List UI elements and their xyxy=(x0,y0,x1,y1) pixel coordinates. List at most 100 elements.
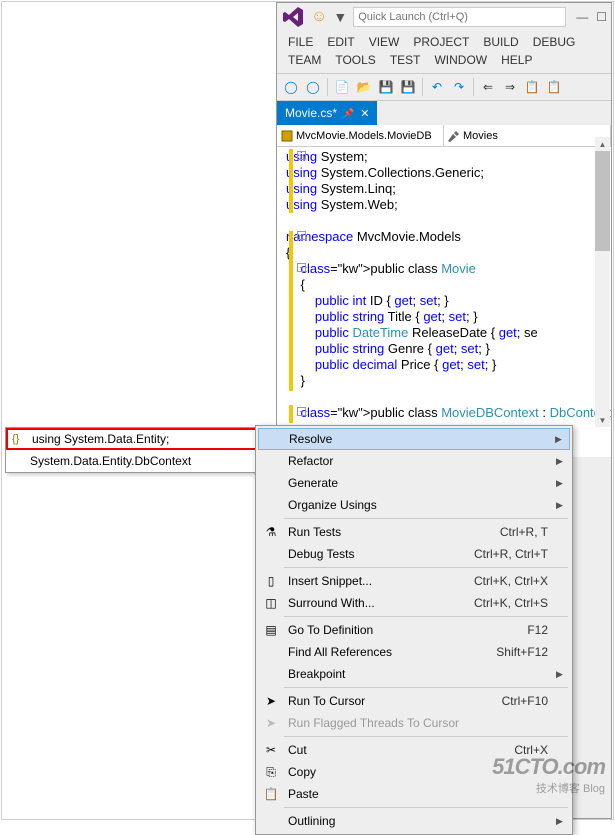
code-line[interactable]: namespace MvcMovie.Models xyxy=(286,229,611,245)
menu-item-go-to-definition[interactable]: ▤Go To DefinitionF12 xyxy=(258,619,570,641)
fold-icon[interactable]: − xyxy=(297,231,306,240)
menu-item-paste[interactable]: 📋Paste xyxy=(258,783,570,805)
save-icon[interactable]: 💾 xyxy=(376,77,396,97)
code-line[interactable]: } xyxy=(286,373,611,389)
submenu-arrow-icon: ▶ xyxy=(556,669,566,680)
menu-view[interactable]: VIEW xyxy=(362,33,407,51)
menu-item-generate[interactable]: Generate▶ xyxy=(258,472,570,494)
redo-icon[interactable]: ↷ xyxy=(449,77,469,97)
feedback-icon[interactable]: ☺ xyxy=(311,8,327,26)
menu-tools[interactable]: TOOLS xyxy=(328,51,382,69)
menu-project[interactable]: PROJECT xyxy=(406,33,476,51)
maximize-button[interactable]: ☐ xyxy=(596,10,607,24)
member-selector[interactable]: Movies xyxy=(444,125,611,146)
vs-logo-icon xyxy=(281,5,305,29)
filter-icon[interactable]: ▼ xyxy=(333,9,347,25)
resolve-option-qualify[interactable]: System.Data.Entity.DbContext xyxy=(6,450,264,472)
menu-file[interactable]: FILE xyxy=(281,33,320,51)
menu-item-debug-tests[interactable]: Debug TestsCtrl+R, Ctrl+T xyxy=(258,543,570,565)
forward-button[interactable]: ◯ xyxy=(303,77,323,97)
menu-window[interactable]: WINDOW xyxy=(427,51,494,69)
scroll-down-icon[interactable]: ▼ xyxy=(595,413,610,427)
code-line[interactable]: using System.Collections.Generic; xyxy=(286,165,611,181)
code-line[interactable]: using System; xyxy=(286,149,611,165)
fold-icon[interactable]: − xyxy=(297,407,306,416)
save-all-icon[interactable]: 💾 xyxy=(398,77,418,97)
quick-launch-input[interactable] xyxy=(353,7,566,27)
menu-help[interactable]: HELP xyxy=(494,51,539,69)
menu-shortcut: F12 xyxy=(527,623,548,637)
code-line[interactable]: using System.Web; xyxy=(286,197,611,213)
code-line[interactable]: public DateTime ReleaseDate { get; se xyxy=(286,325,611,341)
menu-item-surround-with-[interactable]: ◫Surround With...Ctrl+K, Ctrl+S xyxy=(258,592,570,614)
menu-item-insert-snippet-[interactable]: ▯Insert Snippet...Ctrl+K, Ctrl+X xyxy=(258,570,570,592)
menu-item-cut[interactable]: ✂CutCtrl+X xyxy=(258,739,570,761)
code-editor[interactable]: − − − − using System;using System.Collec… xyxy=(277,147,611,457)
menu-item-resolve[interactable]: Resolve▶ xyxy=(258,428,570,450)
code-line[interactable] xyxy=(286,213,611,229)
gutter: − − − − xyxy=(277,147,286,457)
menu-item-refactor[interactable]: Refactor▶ xyxy=(258,450,570,472)
vertical-scrollbar[interactable]: ▲ ▼ xyxy=(595,137,610,427)
scroll-up-icon[interactable]: ▲ xyxy=(595,137,610,151)
menu-item-run-tests[interactable]: ⚗Run TestsCtrl+R, T xyxy=(258,521,570,543)
code-line[interactable]: using System.Linq; xyxy=(286,181,611,197)
nav-fwd-icon[interactable]: ⇒ xyxy=(500,77,520,97)
menu-test[interactable]: TEST xyxy=(383,51,428,69)
document-tab[interactable]: Movie.cs* 📌 ✕ xyxy=(277,101,377,125)
menu-build[interactable]: BUILD xyxy=(476,33,525,51)
blank-icon xyxy=(263,431,281,447)
code-line[interactable]: public int ID { get; set; } xyxy=(286,293,611,309)
paste-icon: 📋 xyxy=(262,786,280,802)
blank-icon xyxy=(262,475,280,491)
menu-label: Surround With... xyxy=(288,596,466,610)
code-line[interactable]: { xyxy=(286,245,611,261)
menu-item-copy[interactable]: ⎘Copy xyxy=(258,761,570,783)
menu-item-run-to-cursor[interactable]: ➤Run To CursorCtrl+F10 xyxy=(258,690,570,712)
fold-icon[interactable]: − xyxy=(297,151,306,160)
copy-icon[interactable]: 📋 xyxy=(522,77,542,97)
menu-shortcut: Ctrl+K, Ctrl+X xyxy=(474,574,548,588)
scroll-thumb[interactable] xyxy=(595,151,610,251)
nav-back-icon[interactable]: ⇐ xyxy=(478,77,498,97)
menu-separator xyxy=(284,687,568,688)
open-icon[interactable]: 📂 xyxy=(354,77,374,97)
minimize-button[interactable]: — xyxy=(576,10,588,24)
menu-shortcut: Ctrl+F10 xyxy=(502,694,548,708)
menu-debug[interactable]: DEBUG xyxy=(526,33,583,51)
code-line[interactable] xyxy=(286,389,611,405)
code-line[interactable]: class="kw">public class MovieDBContext :… xyxy=(286,405,611,421)
new-icon[interactable]: 📄 xyxy=(332,77,352,97)
menu-item-breakpoint[interactable]: Breakpoint▶ xyxy=(258,663,570,685)
paste-icon[interactable]: 📋 xyxy=(544,77,564,97)
blank-icon xyxy=(262,644,280,660)
resolve-label: using System.Data.Entity; xyxy=(32,432,169,446)
code-line[interactable]: { xyxy=(286,277,611,293)
menu-item-outlining[interactable]: Outlining ▶ xyxy=(258,810,570,832)
cursor-gray-icon: ➤ xyxy=(262,715,280,731)
flask-icon: ⚗ xyxy=(262,524,280,540)
menu-item-organize-usings[interactable]: Organize Usings▶ xyxy=(258,494,570,516)
code-area[interactable]: using System;using System.Collections.Ge… xyxy=(286,147,611,457)
menu-label: Outlining xyxy=(288,814,548,828)
snippet-icon: ▯ xyxy=(262,573,280,589)
close-tab-icon[interactable]: ✕ xyxy=(360,107,369,120)
pin-icon[interactable]: 📌 xyxy=(343,108,354,119)
code-line[interactable]: public string Title { get; set; } xyxy=(286,309,611,325)
undo-icon[interactable]: ↶ xyxy=(427,77,447,97)
menu-shortcut: Ctrl+K, Ctrl+S xyxy=(474,596,548,610)
resolve-option-using[interactable]: {} using System.Data.Entity; xyxy=(6,428,264,450)
menu-separator xyxy=(284,807,568,808)
code-line[interactable]: public string Genre { get; set; } xyxy=(286,341,611,357)
menu-item-find-all-references[interactable]: Find All ReferencesShift+F12 xyxy=(258,641,570,663)
menu-edit[interactable]: EDIT xyxy=(320,33,361,51)
code-line[interactable]: class="kw">public class Movie xyxy=(286,261,611,277)
code-line[interactable]: public decimal Price { get; set; } xyxy=(286,357,611,373)
fold-icon[interactable]: − xyxy=(297,263,306,272)
class-selector[interactable]: MvcMovie.Models.MovieDB xyxy=(277,125,444,146)
menu-team[interactable]: TEAM xyxy=(281,51,328,69)
submenu-arrow-icon: ▶ xyxy=(556,816,566,827)
class-name: MvcMovie.Models.MovieDB xyxy=(296,130,432,142)
menu-label: Copy xyxy=(288,765,548,779)
back-button[interactable]: ◯ xyxy=(281,77,301,97)
